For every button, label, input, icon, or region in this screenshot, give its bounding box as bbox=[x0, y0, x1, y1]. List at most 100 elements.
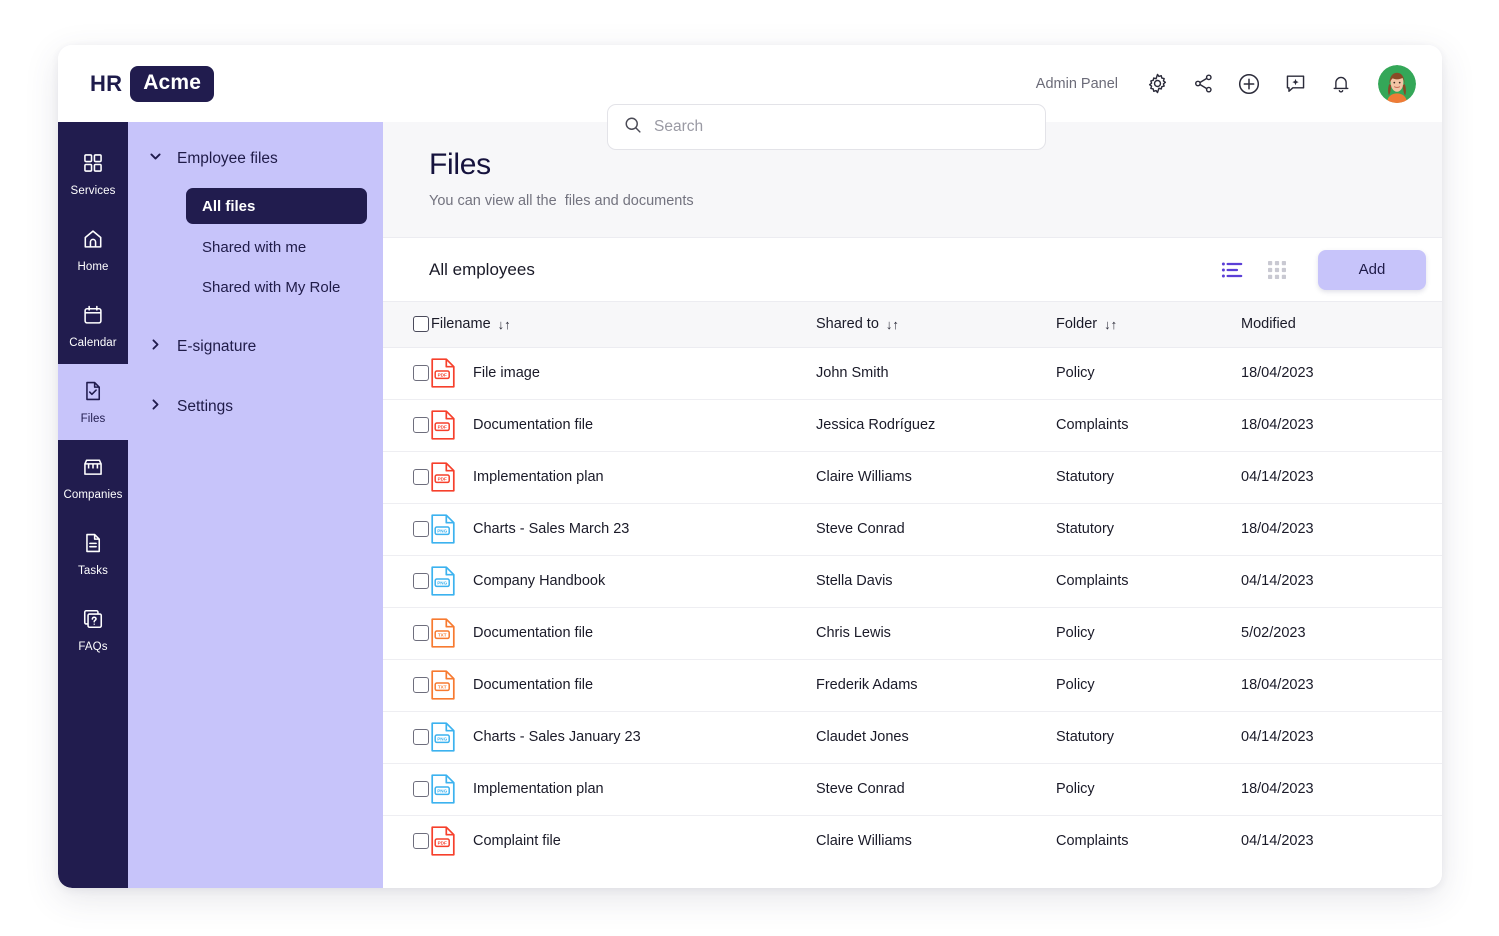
table-row[interactable]: TXT Documentation file Chris Lewis Polic… bbox=[383, 607, 1442, 660]
row-select-cell bbox=[383, 347, 431, 400]
files-table: Filename ↓↑ Shared to ↓↑ Folder ↓↑ Modified bbox=[383, 302, 1442, 867]
row-select-cell bbox=[383, 555, 431, 608]
row-checkbox[interactable] bbox=[413, 417, 429, 433]
pdf-file-icon: PDF bbox=[431, 358, 455, 388]
cell-filename: PNG Implementation plan bbox=[431, 763, 816, 816]
png-file-icon: PNG bbox=[431, 774, 455, 804]
svg-text:PDF: PDF bbox=[438, 477, 447, 482]
subnav-group-settings[interactable]: Settings bbox=[128, 384, 383, 430]
files-table-container: Filename ↓↑ Shared to ↓↑ Folder ↓↑ Modified bbox=[383, 302, 1442, 888]
bell-icon[interactable] bbox=[1328, 71, 1354, 97]
sidebar-item-calendar[interactable]: Calendar bbox=[58, 288, 128, 364]
chat-sparkle-icon[interactable] bbox=[1282, 71, 1308, 97]
grid-view-icon[interactable] bbox=[1266, 259, 1288, 281]
admin-panel-link[interactable]: Admin Panel bbox=[1036, 76, 1118, 92]
subnav-item-shared-with-my-role[interactable]: Shared with My Role bbox=[186, 270, 367, 304]
pdf-file-icon: PDF bbox=[431, 410, 455, 440]
table-row[interactable]: PDF Documentation file Jessica Rodríguez… bbox=[383, 399, 1442, 452]
cell-filename: TXT Documentation file bbox=[431, 607, 816, 660]
avatar[interactable] bbox=[1378, 64, 1416, 103]
svg-text:TXT: TXT bbox=[438, 633, 447, 638]
cell-folder: Policy bbox=[1056, 659, 1241, 712]
sidebar-item-home[interactable]: Home bbox=[58, 212, 128, 288]
row-checkbox[interactable] bbox=[413, 573, 429, 589]
row-checkbox[interactable] bbox=[413, 729, 429, 745]
cell-shared-to: Frederik Adams bbox=[816, 659, 1056, 712]
subnav-item-all-files[interactable]: All files bbox=[186, 188, 367, 224]
app-logo[interactable]: HR Acme bbox=[58, 65, 326, 102]
storefront-icon bbox=[82, 456, 104, 483]
svg-text:PNG: PNG bbox=[437, 737, 447, 742]
sidebar-item-files[interactable]: Files bbox=[58, 364, 128, 440]
gear-icon[interactable] bbox=[1144, 71, 1170, 97]
txt-file-icon: TXT bbox=[431, 670, 455, 700]
pdf-file-icon: PDF bbox=[431, 826, 455, 856]
sidebar-item-label: Tasks bbox=[78, 564, 108, 577]
sort-arrows-icon[interactable]: ↓↑ bbox=[498, 317, 511, 332]
row-checkbox[interactable] bbox=[413, 833, 429, 850]
sort-arrows-icon[interactable]: ↓↑ bbox=[1104, 317, 1117, 332]
sidebar-item-tasks[interactable]: Tasks bbox=[58, 516, 128, 592]
sidebar-item-companies[interactable]: Companies bbox=[58, 440, 128, 516]
cell-modified: 04/14/2023 bbox=[1241, 555, 1442, 608]
subnav-item-label: All files bbox=[202, 197, 256, 215]
row-checkbox[interactable] bbox=[413, 469, 429, 485]
sidebar-item-faqs[interactable]: FAQs bbox=[58, 592, 128, 668]
filename-text: Complaint file bbox=[473, 833, 561, 850]
row-checkbox[interactable] bbox=[413, 365, 429, 381]
subnav-group-employee-files[interactable]: Employee files bbox=[128, 136, 383, 182]
png-file-icon: PNG bbox=[431, 566, 455, 596]
cell-folder: Complaints bbox=[1056, 833, 1129, 850]
share-icon[interactable] bbox=[1190, 71, 1216, 97]
cell-modified: 04/14/2023 bbox=[1241, 451, 1442, 504]
txt-file-icon: TXT bbox=[431, 618, 455, 648]
primary-sidebar: Services Home Calendar Files Companies T… bbox=[58, 122, 128, 888]
subnav-group-e-signature[interactable]: E-signature bbox=[128, 324, 383, 370]
table-row[interactable]: PDF Implementation plan Claire Williams … bbox=[383, 451, 1442, 504]
column-header-shared-to[interactable]: Shared to ↓↑ bbox=[816, 302, 1056, 348]
cell-shared-to: Steve Conrad bbox=[816, 763, 1056, 816]
grid-squares-icon bbox=[82, 152, 104, 179]
table-row[interactable]: PNG Company Handbook Stella Davis Compla… bbox=[383, 555, 1442, 608]
png-file-icon: PNG bbox=[431, 722, 455, 752]
table-row[interactable]: PNG Implementation plan Steve Conrad Pol… bbox=[383, 763, 1442, 816]
column-header-folder[interactable]: Folder ↓↑ bbox=[1056, 302, 1241, 348]
file-check-icon bbox=[82, 380, 104, 407]
search-box[interactable] bbox=[607, 104, 1046, 150]
row-select-cell bbox=[383, 399, 431, 452]
sidebar-item-label: Companies bbox=[63, 488, 123, 501]
add-button[interactable]: Add bbox=[1318, 249, 1426, 290]
cell-folder: Policy bbox=[1056, 763, 1241, 816]
logo-hr-text: HR bbox=[90, 70, 123, 96]
row-checkbox[interactable] bbox=[413, 677, 429, 693]
list-view-icon[interactable] bbox=[1220, 258, 1244, 282]
row-checkbox[interactable] bbox=[413, 625, 429, 641]
table-row[interactable]: PDF File image John Smith Policy 18/04/2… bbox=[383, 347, 1442, 400]
column-header-filename[interactable]: Filename ↓↑ bbox=[431, 302, 816, 348]
table-row[interactable]: PDF Complaint file Claire Williams Compl… bbox=[383, 815, 1442, 867]
table-row[interactable]: PNG Charts - Sales March 23 Steve Conrad… bbox=[383, 503, 1442, 556]
table-row[interactable]: PNG Charts - Sales January 23 Claudet Jo… bbox=[383, 711, 1442, 764]
files-table-body: PDF File image John Smith Policy 18/04/2… bbox=[383, 347, 1442, 867]
table-row[interactable]: TXT Documentation file Frederik Adams Po… bbox=[383, 659, 1442, 712]
row-checkbox[interactable] bbox=[413, 521, 429, 537]
cell-folder: Statutory bbox=[1056, 503, 1241, 556]
row-checkbox[interactable] bbox=[413, 781, 429, 797]
cell-shared-to: Steve Conrad bbox=[816, 503, 1056, 556]
cell-folder: Complaints bbox=[1056, 555, 1241, 608]
sort-arrows-icon[interactable]: ↓↑ bbox=[886, 317, 899, 332]
subnav-item-shared-with-me[interactable]: Shared with me bbox=[186, 230, 367, 264]
column-header-modified[interactable]: Modified bbox=[1241, 302, 1442, 348]
cell-filename: TXT Documentation file bbox=[431, 659, 816, 712]
sidebar-item-label: Calendar bbox=[69, 336, 117, 349]
plus-circle-icon[interactable] bbox=[1236, 71, 1262, 97]
cell-filename: PDF Documentation file bbox=[431, 399, 816, 452]
column-label-shared-to: Shared to bbox=[816, 316, 879, 333]
cell-modified: 04/14/2023 bbox=[1241, 833, 1314, 850]
filename-text: Documentation file bbox=[473, 417, 594, 433]
svg-text:TXT: TXT bbox=[438, 685, 447, 690]
question-card-icon bbox=[82, 608, 104, 635]
sidebar-item-services[interactable]: Services bbox=[58, 136, 128, 212]
select-all-checkbox[interactable] bbox=[413, 316, 429, 333]
search-input[interactable] bbox=[654, 118, 1029, 136]
